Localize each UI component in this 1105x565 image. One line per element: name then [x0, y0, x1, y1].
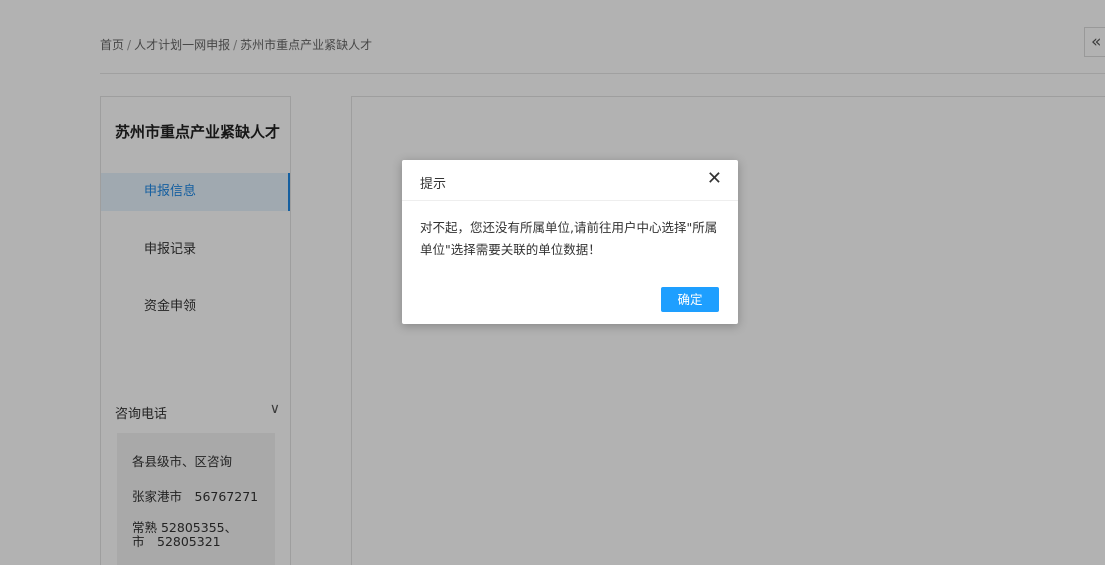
confirm-button[interactable]: 确定: [661, 287, 719, 312]
prompt-dialog: 提示 ✕ 对不起，您还没有所属单位,请前往用户中心选择"所属单位"选择需要关联的…: [402, 160, 738, 324]
dialog-message: 对不起，您还没有所属单位,请前往用户中心选择"所属单位"选择需要关联的单位数据！: [420, 220, 718, 257]
dialog-header: 提示 ✕: [402, 160, 738, 201]
close-icon[interactable]: ✕: [707, 169, 722, 189]
dialog-title: 提示: [420, 177, 447, 192]
app-viewport: 首页 / 人才计划一网申报 / 苏州市重点产业紧缺人才 « 苏州市重点产业紧缺人才 申报…: [0, 0, 1105, 565]
